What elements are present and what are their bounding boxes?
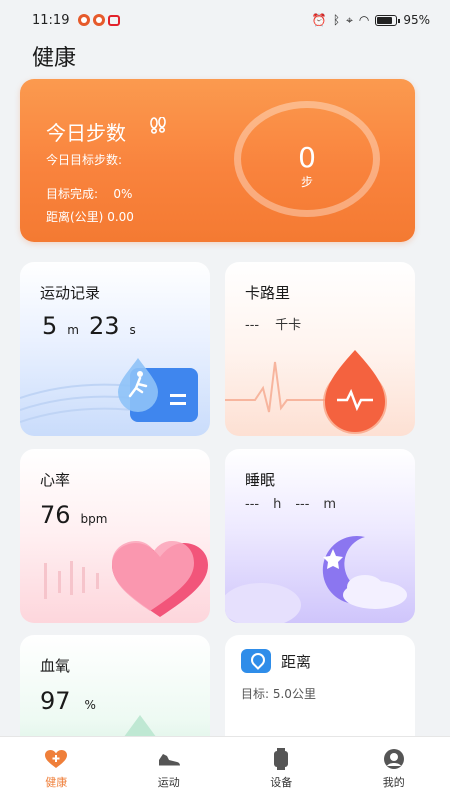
nav-item-profile[interactable]: 我的 xyxy=(338,737,450,800)
sleep-h-unit: h xyxy=(273,497,282,512)
nav-item-exercise[interactable]: 运动 xyxy=(113,737,226,800)
running-track-illustration xyxy=(20,358,198,423)
blood-oxygen-value-row: 97 % xyxy=(40,687,96,715)
steps-unit: 步 xyxy=(300,175,313,189)
steps-distance: 距离(公里) 0.00 xyxy=(46,208,134,225)
eye-icon xyxy=(78,14,91,26)
distance-title: 距离 xyxy=(281,652,312,671)
moon-cloud-icon xyxy=(225,535,407,623)
nav-item-health[interactable]: 健康 xyxy=(0,737,113,800)
nav-label-device: 设备 xyxy=(270,775,293,789)
steps-count: 0 xyxy=(298,141,316,174)
battery-percent: 95% xyxy=(403,13,430,27)
map-pin-icon xyxy=(241,649,271,673)
heart-rate-title: 心率 xyxy=(40,471,71,489)
eye-icon xyxy=(93,14,106,26)
sleep-value-row: --- h --- m xyxy=(245,497,336,512)
watch-icon xyxy=(269,747,293,770)
calories-title: 卡路里 xyxy=(245,284,291,302)
status-bar: 11:19 ⏰ ᛒ ⌖ ◠ 95% xyxy=(0,0,450,40)
blood-oxygen-unit: % xyxy=(84,698,96,712)
sleep-hours: --- xyxy=(245,497,260,512)
calories-value: --- xyxy=(245,318,260,333)
alarm-icon: ⏰ xyxy=(311,13,327,27)
bottom-nav: 健康 运动 设备 我的 xyxy=(0,736,450,800)
distance-header: 距离 xyxy=(241,649,311,673)
distance-value: 0.00 xyxy=(107,210,134,224)
distance-goal: 目标: 5.0公里 xyxy=(241,687,316,701)
heart-rate-value-row: 76 bpm xyxy=(40,501,107,529)
exercise-duration: 5 m 23 s xyxy=(42,312,136,340)
sleep-card[interactable]: 睡眠 --- h --- m xyxy=(225,449,415,623)
exercise-min-unit: m xyxy=(67,323,79,337)
footprints-icon xyxy=(148,116,168,140)
heart-rate-card[interactable]: 心率 76 bpm xyxy=(20,449,210,623)
blood-oxygen-value: 97 xyxy=(40,687,71,715)
steps-title: 今日步数 xyxy=(46,121,126,145)
nav-item-device[interactable]: 设备 xyxy=(225,737,338,800)
bluetooth-icon: ᛒ xyxy=(332,13,341,27)
completion-label: 目标完成: xyxy=(46,187,99,201)
calories-unit: 千卡 xyxy=(275,318,302,333)
nav-label-exercise: 运动 xyxy=(157,775,180,789)
status-time: 11:19 xyxy=(32,12,70,28)
steps-goal-label: 今日目标步数: xyxy=(46,153,123,167)
heart-rate-unit: bpm xyxy=(80,512,108,526)
blood-oxygen-title: 血氧 xyxy=(40,657,71,675)
heart-plus-icon xyxy=(44,748,68,770)
location-icon: ⌖ xyxy=(346,12,353,27)
exercise-seconds: 23 xyxy=(88,312,120,340)
heart-rate-value: 76 xyxy=(40,501,71,529)
exercise-title: 运动记录 xyxy=(40,284,101,302)
flame-icon xyxy=(225,350,387,434)
steps-completion: 目标完成: 0% xyxy=(46,185,132,202)
battery-icon xyxy=(375,14,401,26)
page-title: 健康 xyxy=(32,46,77,71)
completion-value: 0% xyxy=(113,187,133,201)
exercise-card[interactable]: 运动记录 5 m 23 s xyxy=(20,262,210,436)
steps-card[interactable]: 今日步数 今日目标步数: 目标完成: 0% 距离(公里) 0.00 0 步 xyxy=(20,79,415,242)
distance-label: 距离(公里) xyxy=(46,210,104,224)
sleep-m-unit: m xyxy=(323,497,337,512)
calories-value-row: --- 千卡 xyxy=(245,314,301,333)
sleep-title: 睡眠 xyxy=(245,471,276,489)
calories-card[interactable]: 卡路里 --- 千卡 xyxy=(225,262,415,436)
nav-label-health: 健康 xyxy=(45,775,68,789)
exercise-minutes: 5 xyxy=(42,312,58,340)
profile-icon xyxy=(382,748,406,770)
notification-icon xyxy=(108,14,121,26)
exercise-sec-unit: s xyxy=(129,323,136,337)
heart-icon xyxy=(44,541,208,617)
sleep-minutes: --- xyxy=(295,497,310,512)
shoe-icon xyxy=(157,748,181,770)
nav-label-profile: 我的 xyxy=(382,775,405,789)
wifi-icon: ◠ xyxy=(358,13,370,27)
